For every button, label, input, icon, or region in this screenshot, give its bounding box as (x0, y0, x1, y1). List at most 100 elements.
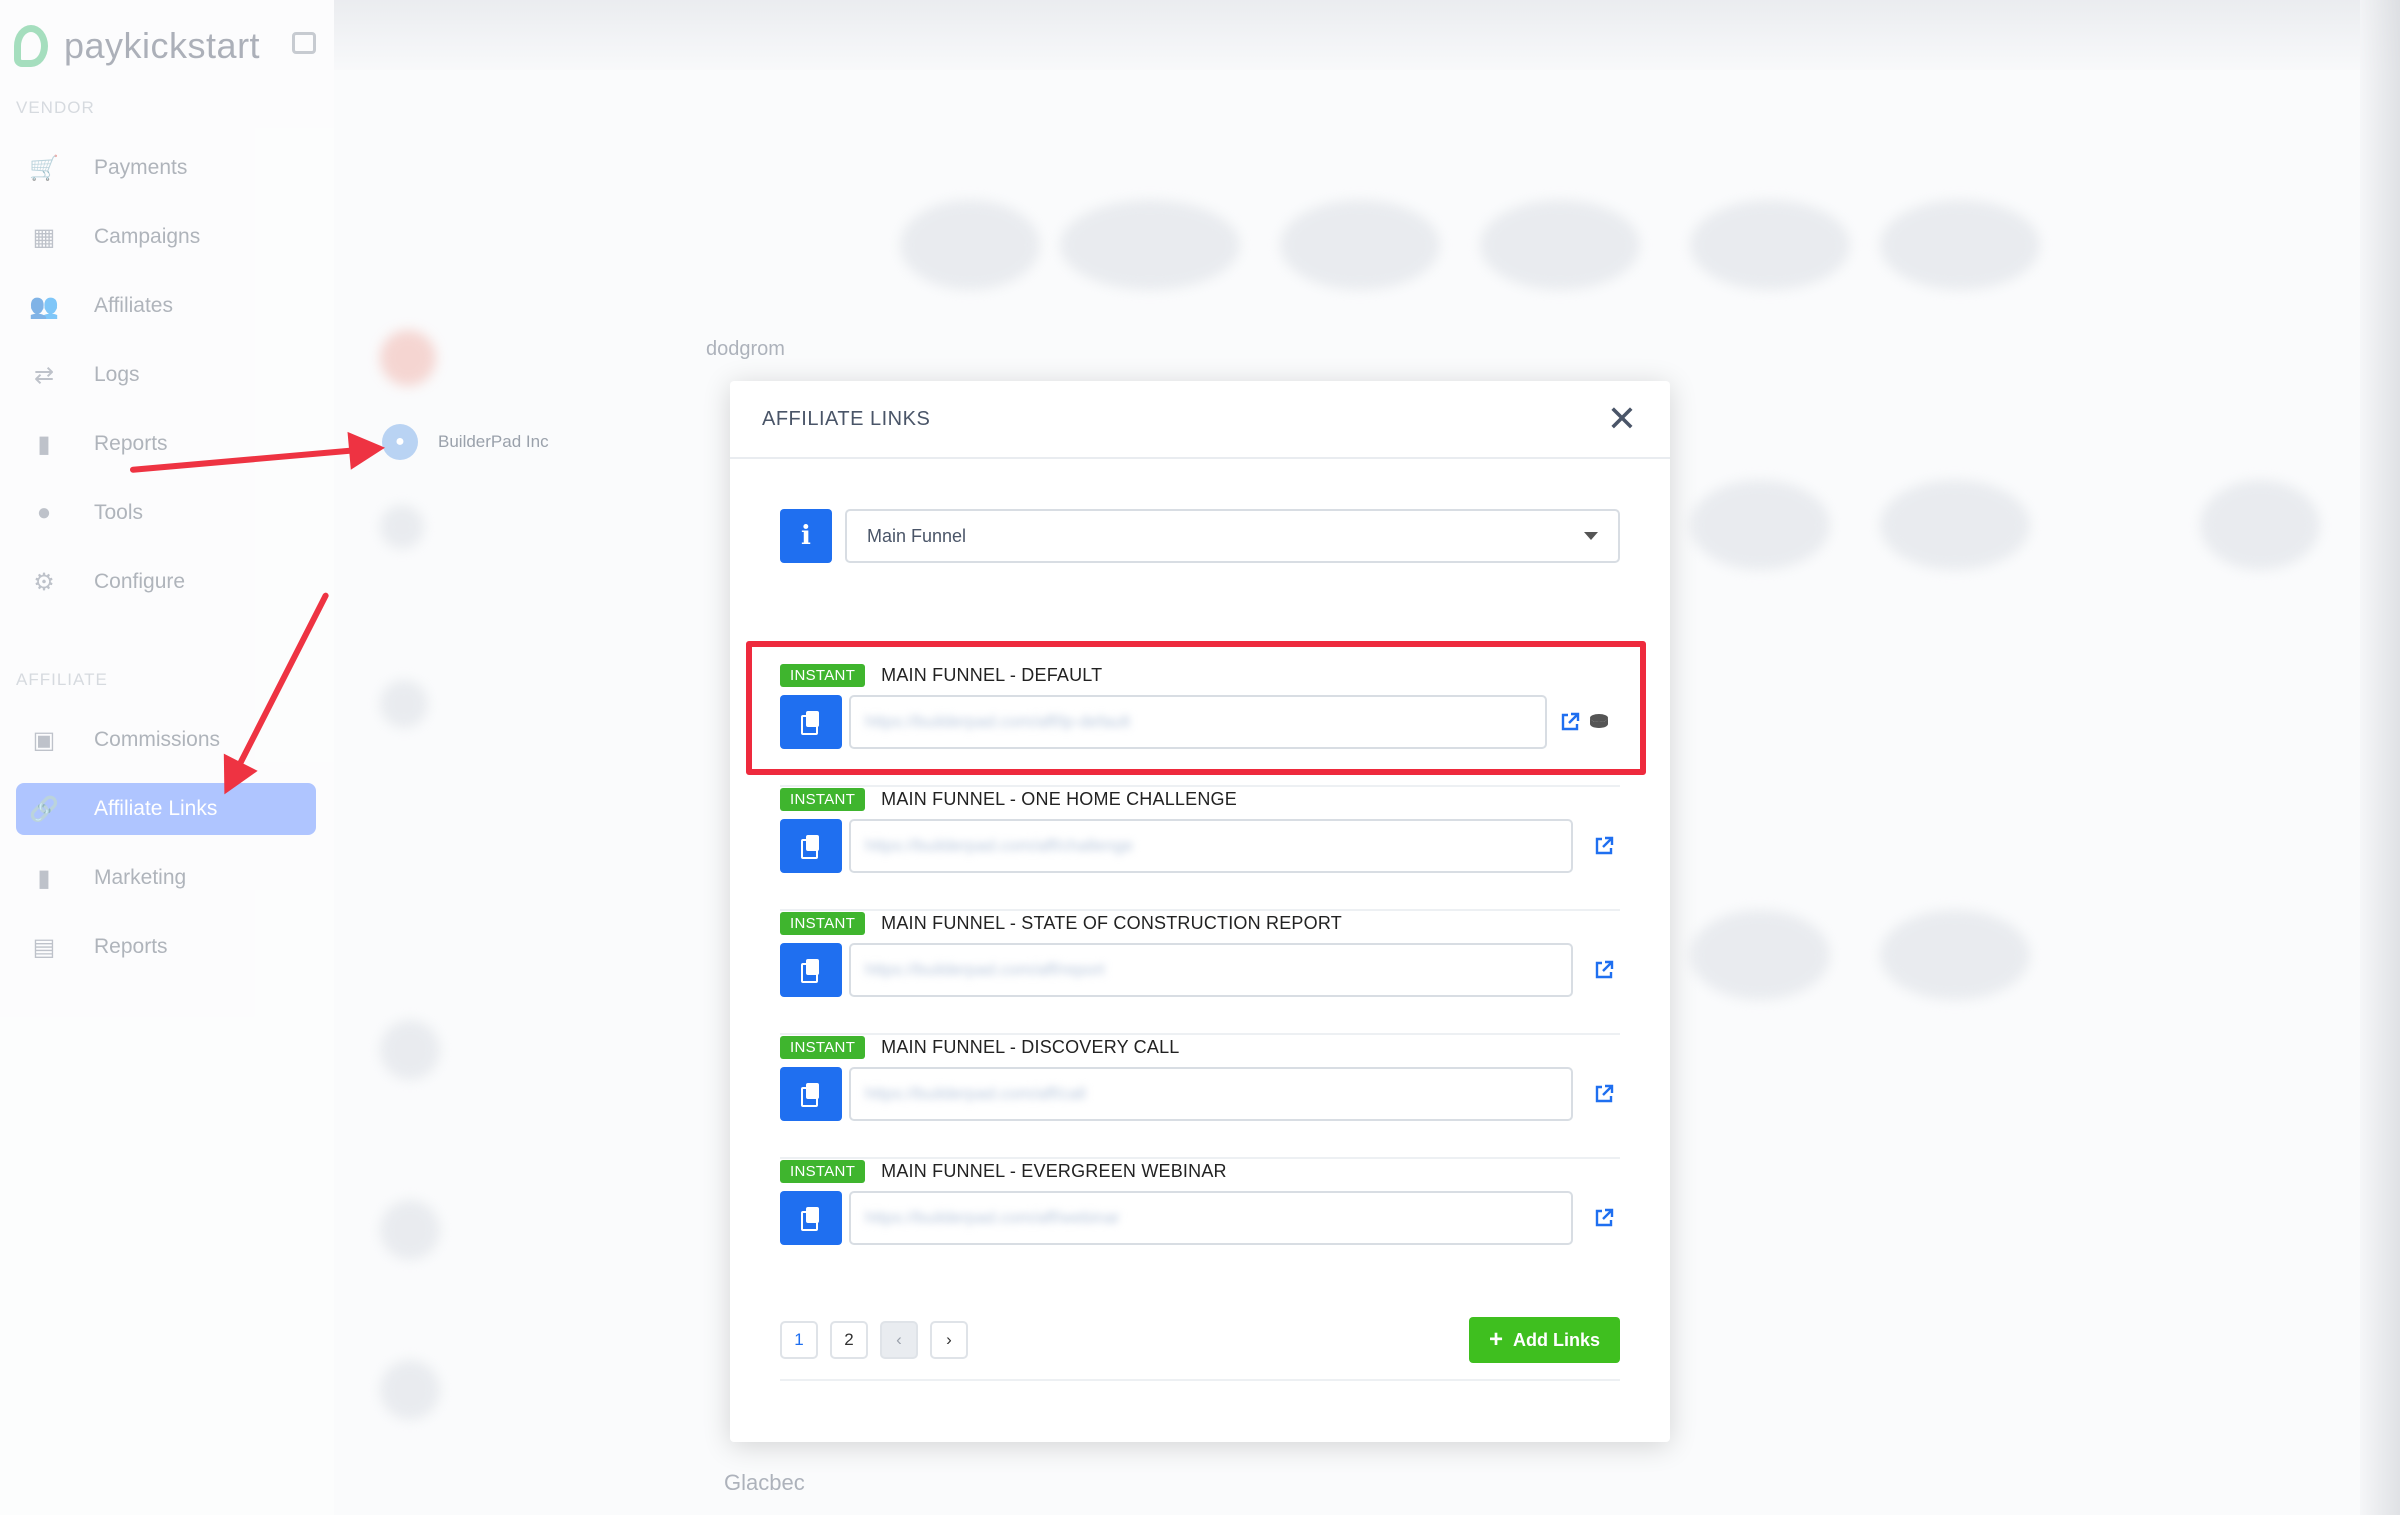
next-page-button[interactable]: › (930, 1321, 968, 1359)
page-2-button[interactable]: 2 (830, 1321, 868, 1359)
background-card (1060, 200, 1240, 290)
link-url-value: https://builderpad.com/aff/call (865, 1084, 1086, 1103)
copy-button[interactable] (780, 695, 842, 749)
instant-badge: INSTANT (780, 663, 866, 687)
sidebar-collapse-icon[interactable] (292, 32, 316, 54)
copy-icon (801, 1083, 821, 1107)
background-card (1690, 200, 1850, 290)
background-avatar (380, 1020, 440, 1080)
background-avatar (380, 1360, 440, 1420)
background-scroll-edge (2360, 0, 2400, 1515)
instant-badge: INSTANT (780, 1159, 866, 1183)
background-card (1690, 480, 1830, 570)
link-title: MAIN FUNNEL - DISCOVERY CALL (881, 1036, 1180, 1057)
link-url-field[interactable]: https://builderpad.com/aff/report (849, 943, 1573, 997)
background-avatar (380, 1200, 440, 1260)
sidebar-item-marketing[interactable]: ▮ Marketing (16, 852, 316, 904)
add-links-label: Add Links (1512, 1329, 1600, 1350)
link-header: INSTANT MAIN FUNNEL - STATE OF CONSTRUCT… (780, 911, 1342, 935)
link-title: MAIN FUNNEL - DEFAULT (881, 664, 1103, 685)
sidebar-item-logs[interactable]: ⇄ Logs (16, 349, 316, 401)
link-url-field[interactable]: https://builderpad.com/aff/webinar (849, 1191, 1573, 1245)
external-link-icon[interactable] (1591, 957, 1617, 983)
document-icon: ▤ (32, 933, 56, 961)
link-title: MAIN FUNNEL - ONE HOME CHALLENGE (881, 788, 1237, 809)
link-url-value: https://builderpad.com/aff/challenge (865, 836, 1134, 855)
copy-icon (801, 1207, 821, 1231)
list-item: INSTANT MAIN FUNNEL - ONE HOME CHALLENGE… (780, 787, 1620, 911)
link-header: INSTANT MAIN FUNNEL - DEFAULT (780, 663, 1102, 687)
external-link-icon[interactable] (1591, 1205, 1617, 1231)
link-title: MAIN FUNNEL - STATE OF CONSTRUCTION REPO… (881, 912, 1342, 933)
external-link-icon[interactable] (1591, 1081, 1617, 1107)
sidebar-item-payments[interactable]: 🛒 Payments (16, 142, 316, 194)
funnel-select[interactable]: Main Funnel (845, 509, 1620, 563)
list-item: INSTANT MAIN FUNNEL - DISCOVERY CALL htt… (780, 1035, 1620, 1159)
background-card (1880, 480, 2030, 570)
affiliate-links-modal: AFFILIATE LINKS ✕ i Main Funnel INSTANT … (730, 381, 1670, 1442)
background-text: Glacbec (724, 1470, 805, 1495)
sidebar-item-affiliate-links[interactable]: 🔗 Affiliate Links (16, 783, 316, 835)
link-url-field[interactable]: https://builderpad.com/aff/call (849, 1067, 1573, 1121)
link-url-value: https://builderpad.com/aff/lp-default (865, 712, 1131, 731)
list-item: INSTANT MAIN FUNNEL - EVERGREEN WEBINAR … (780, 1159, 1620, 1277)
footer-divider (780, 1379, 1620, 1381)
sidebar-item-label: Reports (94, 935, 168, 958)
link-row: https://builderpad.com/aff/webinar (780, 1191, 1617, 1245)
pagination: 1 2 ‹ › (780, 1321, 968, 1359)
paykickstart-logo-icon (14, 25, 48, 67)
brand-logo[interactable]: paykickstart (14, 22, 260, 70)
sidebar-item-label: Configure (94, 570, 186, 593)
database-icon[interactable] (1587, 709, 1611, 735)
copy-icon (801, 959, 821, 983)
link-url-field[interactable]: https://builderpad.com/aff/lp-default (849, 695, 1547, 749)
link-url-field[interactable]: https://builderpad.com/aff/challenge (849, 819, 1573, 873)
bar-chart-icon: ▮ (37, 430, 51, 458)
background-card (1690, 910, 1830, 1000)
background-card (1880, 200, 2040, 290)
link-row: https://builderpad.com/aff/report (780, 943, 1617, 997)
users-icon: 👥 (29, 292, 59, 320)
sidebar-item-affiliates[interactable]: 👥 Affiliates (16, 280, 316, 332)
sidebar-item-reports[interactable]: ▮ Reports (16, 418, 316, 470)
copy-button[interactable] (780, 943, 842, 997)
copy-icon (801, 711, 821, 735)
page-1-button[interactable]: 1 (780, 1321, 818, 1359)
sidebar-item-label: Commissions (94, 728, 221, 751)
background-text: dodgrom (706, 338, 785, 360)
funnel-select-value: Main Funnel (867, 525, 967, 546)
modal-header: AFFILIATE LINKS ✕ (730, 381, 1670, 459)
sidebar-item-campaigns[interactable]: ▦ Campaigns (16, 211, 316, 263)
close-icon[interactable]: ✕ (1606, 398, 1638, 439)
sidebar-item-label: Payments (94, 156, 188, 179)
arrows-icon: ⇄ (33, 361, 55, 389)
info-icon[interactable]: i (780, 509, 832, 563)
link-title: MAIN FUNNEL - EVERGREEN WEBINAR (881, 1160, 1227, 1181)
copy-button[interactable] (780, 819, 842, 873)
background-company-row: ● BuilderPad Inc (382, 424, 549, 460)
lightbulb-icon: ● (36, 499, 52, 526)
affiliate-section-label: AFFILIATE (16, 670, 108, 689)
sidebar-item-tools[interactable]: ● Tools (16, 487, 316, 539)
chevron-down-icon (1584, 532, 1598, 540)
sidebar-item-label: Campaigns (94, 225, 201, 248)
prev-page-button[interactable]: ‹ (880, 1321, 918, 1359)
external-link-icon[interactable] (1557, 709, 1583, 735)
company-name: BuilderPad Inc (438, 432, 549, 451)
sidebar-item-reports-affiliate[interactable]: ▤ Reports (16, 921, 316, 973)
vendor-section-label: VENDOR (16, 98, 95, 117)
background-avatar (380, 505, 424, 549)
background-card (1280, 200, 1440, 290)
sidebar-item-configure[interactable]: ⚙ Configure (16, 556, 316, 608)
external-link-icon[interactable] (1591, 833, 1617, 859)
background-header (334, 0, 2400, 70)
sidebar-item-commissions[interactable]: ▣ Commissions (16, 714, 316, 766)
add-links-button[interactable]: + Add Links (1468, 1317, 1620, 1363)
copy-button[interactable] (780, 1067, 842, 1121)
link-row: https://builderpad.com/aff/challenge (780, 819, 1617, 873)
cart-icon: 🛒 (29, 154, 59, 182)
links-list: INSTANT MAIN FUNNEL - DEFAULT https://bu… (746, 641, 1646, 1277)
copy-button[interactable] (780, 1191, 842, 1245)
instant-badge: INSTANT (780, 1035, 866, 1059)
background-avatar (380, 680, 428, 728)
